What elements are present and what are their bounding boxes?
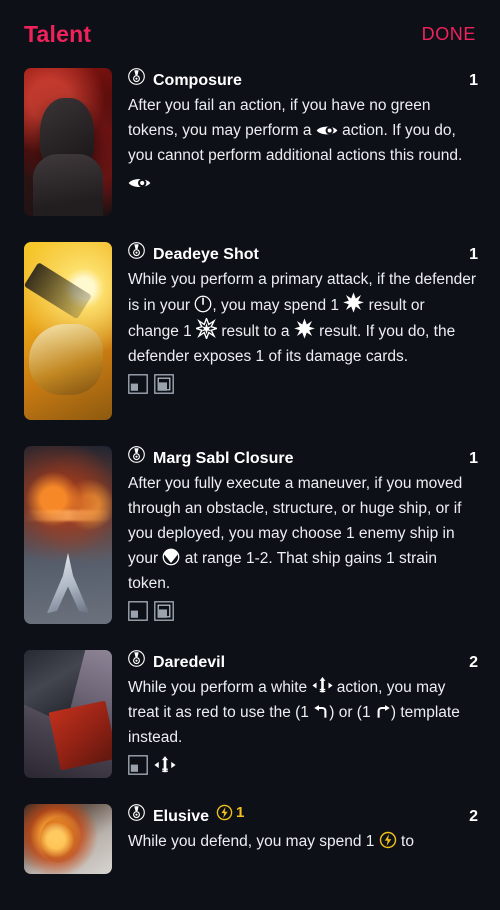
charge-bolt-icon (379, 831, 397, 849)
front-arc-icon (162, 548, 180, 566)
bank-right-template-icon (375, 704, 391, 720)
talent-selection-screen: Talent DONE Composure 1 After you fail an … (0, 0, 500, 910)
card-art-image (24, 68, 112, 216)
talent-card-text: While you perform a primary attack, if t… (128, 271, 477, 365)
talent-card-header: Elusive 1 2 (128, 804, 478, 826)
talent-card-header: Marg Sabl Closure 1 (128, 446, 478, 468)
medium-base-icon (154, 601, 174, 621)
talent-card-name: Marg Sabl Closure (153, 450, 294, 467)
talent-card-header: Composure 1 (128, 68, 478, 90)
talent-card-header: Deadeye Shot 1 (128, 242, 478, 264)
talent-card-text: While you defend, you may spend 1 to (128, 831, 414, 850)
talent-card-body: Deadeye Shot 1 While you perform a primary… (128, 242, 478, 394)
talent-card-name: Deadeye Shot (153, 246, 259, 263)
talent-card-header: Daredevil 2 (128, 650, 478, 672)
hit-icon (293, 318, 315, 339)
elusive-card-art[interactable] (24, 804, 112, 874)
page-title: Talent (24, 20, 92, 47)
talent-card-body: Daredevil 2 While you perform a white acti… (128, 650, 478, 775)
small-base-icon (128, 755, 148, 775)
focus-eye-icon (316, 123, 338, 138)
talent-card-body: Composure 1 After you fail an action, if y… (128, 68, 478, 193)
talent-card-cost: 1 (469, 246, 478, 263)
talent-card-text: After you fully execute a maneuver, if y… (128, 475, 463, 592)
card-art-image (24, 446, 112, 624)
talent-card-text: While you perform a white action, you ma… (128, 675, 478, 750)
talent-card-cost: 1 (469, 72, 478, 89)
talent-card-row[interactable]: Daredevil 2 While you perform a white acti… (0, 650, 500, 778)
hit-icon (343, 292, 365, 313)
talent-card-row[interactable]: Elusive 1 2 While you defend, you may spen… (0, 804, 500, 874)
barrel-roll-icon (311, 676, 333, 695)
small-base-icon (128, 601, 148, 621)
talent-medal-icon (128, 68, 145, 85)
talent-card-body: Marg Sabl Closure 1 After you fully execut… (128, 446, 478, 621)
composure-card-art[interactable] (24, 68, 112, 216)
talent-card-row[interactable]: Deadeye Shot 1 While you perform a primary… (0, 242, 500, 420)
charge-value: 1 (236, 804, 245, 821)
talent-medal-icon (128, 446, 145, 463)
bank-left-template-icon (313, 704, 329, 720)
talent-card-cost: 2 (469, 654, 478, 671)
talent-card-row[interactable]: Marg Sabl Closure 1 After you fully execut… (0, 446, 500, 624)
talent-card-restriction-icons (128, 755, 478, 775)
talent-card-body: Elusive 1 2 While you defend, you may spen… (128, 804, 478, 854)
deadeye-shot-card-art[interactable] (24, 242, 112, 420)
charge-bolt-icon (216, 804, 233, 821)
screen-header: Talent DONE (0, 0, 500, 68)
medium-base-icon (154, 374, 174, 394)
barrel-roll-icon (154, 755, 176, 775)
done-button[interactable]: DONE (422, 24, 476, 45)
talent-card-restriction-icons (128, 601, 478, 621)
small-base-icon (128, 374, 148, 394)
charge-indicator: 1 (216, 804, 244, 821)
card-art-image (24, 650, 112, 778)
talent-medal-icon (128, 242, 145, 259)
marg-sabl-closure-card-art[interactable] (24, 446, 112, 624)
bullseye-arc-icon (194, 295, 212, 313)
talent-card-restriction-icons (128, 173, 478, 193)
card-art-image (24, 804, 112, 874)
talent-medal-icon (128, 804, 145, 821)
talent-card-restriction-icons (128, 374, 478, 394)
crit-icon (196, 318, 218, 339)
talent-card-name: Composure (153, 72, 242, 89)
talent-card-cost: 1 (469, 450, 478, 467)
talent-card-name: Elusive (153, 808, 210, 825)
daredevil-card-art[interactable] (24, 650, 112, 778)
talent-card-row[interactable]: Composure 1 After you fail an action, if y… (0, 68, 500, 216)
talent-card-text: After you fail an action, if you have no… (128, 97, 463, 164)
talent-medal-icon (128, 650, 145, 667)
talent-card-list[interactable]: Composure 1 After you fail an action, if y… (0, 68, 500, 874)
focus-eye-icon (128, 175, 151, 191)
talent-card-cost: 2 (469, 808, 478, 825)
talent-card-name: Daredevil (153, 654, 226, 671)
card-art-image (24, 242, 112, 420)
